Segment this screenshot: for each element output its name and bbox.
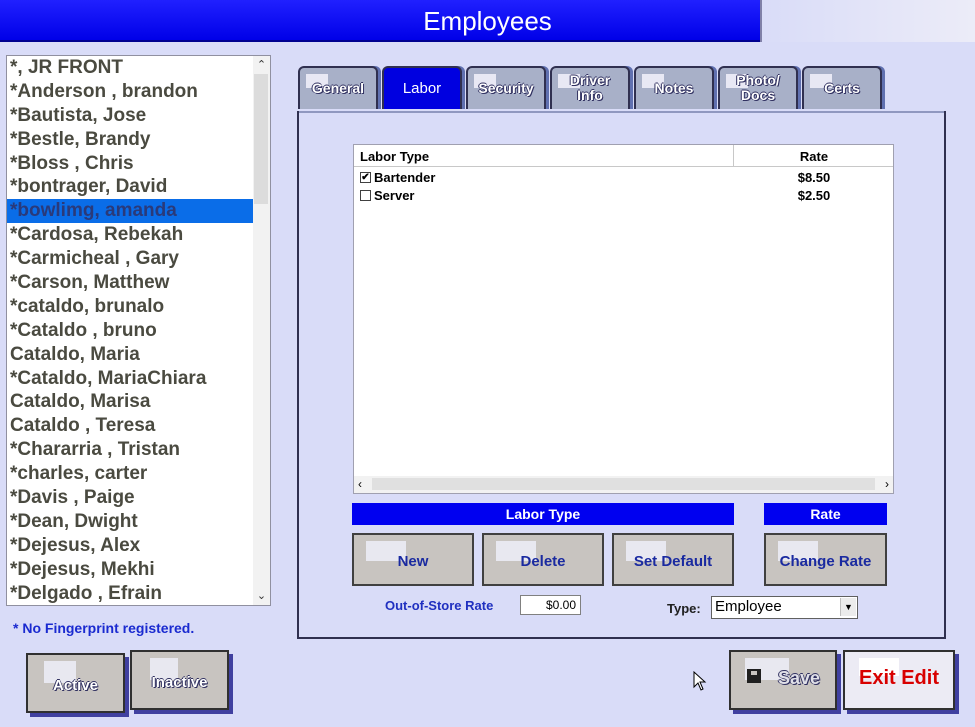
- employee-list-item[interactable]: *Bloss , Chris: [7, 152, 253, 176]
- set-default-button[interactable]: Set Default: [612, 533, 734, 586]
- labor-type-cell: Server: [374, 188, 415, 203]
- tab-label: Notes: [654, 80, 694, 96]
- tab-label: Security: [478, 80, 534, 96]
- employee-list-item[interactable]: *Dejesus, Mekhi: [7, 558, 253, 582]
- save-button[interactable]: Save: [729, 650, 837, 710]
- rate-cell: $8.50: [797, 170, 831, 185]
- tab-label: Labor: [402, 80, 442, 97]
- employee-list-scrollbar[interactable]: ⌃ ⌄: [253, 56, 270, 605]
- employee-list-item[interactable]: *Dejesus, Alex: [7, 534, 253, 558]
- chevron-down-icon[interactable]: ▼: [840, 598, 856, 616]
- employee-list-item[interactable]: *cataldo, brunalo: [7, 295, 253, 319]
- scroll-thumb[interactable]: [254, 74, 268, 204]
- type-select-value: Employee: [715, 598, 782, 615]
- inactive-filter-label: Inactive: [151, 674, 208, 691]
- save-label: Save: [777, 668, 821, 688]
- employee-list[interactable]: *, JR FRONT *Anderson , brandon *Bautista,…: [6, 55, 271, 606]
- column-header-rate[interactable]: Rate: [734, 149, 894, 164]
- checkbox-checked-icon[interactable]: ✔: [360, 172, 371, 183]
- table-row[interactable]: Server $2.50: [354, 187, 893, 205]
- table-horizontal-scrollbar[interactable]: ‹ ›: [354, 476, 893, 493]
- checkbox-icon[interactable]: [360, 190, 371, 201]
- labor-type-table[interactable]: Labor Type Rate ✔ Bartender $8.50 Server $2.…: [353, 144, 894, 494]
- column-header-labor-type[interactable]: Labor Type: [360, 149, 429, 164]
- employee-list-item[interactable]: *Bautista, Jose: [7, 104, 253, 128]
- title-bar: Employees: [0, 0, 975, 42]
- change-rate-button[interactable]: Change Rate: [764, 533, 887, 586]
- employee-list-item[interactable]: *Cardosa, Rebekah: [7, 223, 253, 247]
- tab-label: General: [311, 80, 365, 96]
- labor-type-cell: Bartender: [374, 170, 436, 185]
- employee-list-item[interactable]: *Carmicheal , Gary: [7, 247, 253, 271]
- type-select[interactable]: Employee ▼: [711, 596, 858, 619]
- type-label: Type:: [667, 601, 701, 616]
- employee-list-item[interactable]: *Dean, Dwight: [7, 510, 253, 534]
- tab-security[interactable]: Security: [466, 66, 546, 109]
- title-corner-panel: [760, 0, 975, 42]
- exit-edit-label: Exit Edit: [858, 667, 939, 689]
- employee-list-item[interactable]: *Chararria , Tristan: [7, 438, 253, 462]
- scroll-left-icon[interactable]: ‹: [358, 477, 362, 491]
- tab-label: Driver Info: [569, 72, 611, 103]
- floppy-disk-icon: [747, 669, 761, 683]
- delete-labor-button[interactable]: Delete: [482, 533, 604, 586]
- table-header: Labor Type Rate: [354, 145, 893, 167]
- employee-list-item[interactable]: *bontrager, David: [7, 175, 253, 199]
- tab-photo-docs[interactable]: Photo/ Docs: [718, 66, 798, 109]
- labor-type-section-header: Labor Type: [352, 503, 734, 525]
- employee-list-item[interactable]: *Bestle, Brandy: [7, 128, 253, 152]
- change-rate-label: Change Rate: [779, 553, 872, 570]
- employee-list-item[interactable]: Cataldo, Maria: [7, 343, 253, 367]
- new-button-label: New: [397, 553, 429, 570]
- tab-label: Certs: [824, 80, 860, 96]
- employee-list-item[interactable]: *charles, carter: [7, 462, 253, 486]
- employee-list-item[interactable]: *Cataldo, MariaChiara: [7, 367, 253, 391]
- scroll-up-icon[interactable]: ⌃: [253, 56, 270, 74]
- rate-cell: $2.50: [797, 188, 831, 203]
- delete-button-label: Delete: [520, 553, 566, 570]
- employee-list-item[interactable]: Cataldo, Marisa: [7, 390, 253, 414]
- active-filter-label: Active: [52, 677, 99, 694]
- scroll-down-icon[interactable]: ⌄: [253, 587, 270, 605]
- mouse-cursor-icon: [693, 671, 707, 691]
- scroll-right-icon[interactable]: ›: [885, 477, 889, 491]
- employee-list-item[interactable]: *Carson, Matthew: [7, 271, 253, 295]
- tab-notes[interactable]: Notes: [634, 66, 714, 109]
- employee-list-item[interactable]: *Delgado , Efrain: [7, 582, 253, 605]
- tab-label: Photo/ Docs: [736, 72, 780, 103]
- employee-list-item[interactable]: *Davis , Paige: [7, 486, 253, 510]
- employee-list-item[interactable]: *Cataldo , bruno: [7, 319, 253, 343]
- tab-certs[interactable]: Certs: [802, 66, 882, 109]
- set-default-label: Set Default: [633, 553, 713, 570]
- tab-general[interactable]: General: [298, 66, 378, 109]
- employee-list-item[interactable]: Cataldo , Teresa: [7, 414, 253, 438]
- fingerprint-footnote: * No Fingerprint registered.: [13, 620, 195, 636]
- exit-edit-button[interactable]: Exit Edit: [843, 650, 955, 710]
- table-row[interactable]: ✔ Bartender $8.50: [354, 169, 893, 187]
- inactive-filter-button[interactable]: Inactive: [130, 650, 229, 710]
- employee-list-item[interactable]: *bowlimg, amanda: [7, 199, 253, 224]
- out-of-store-rate-input[interactable]: $0.00: [520, 595, 581, 615]
- rate-section-header: Rate: [764, 503, 887, 525]
- employee-list-item[interactable]: *, JR FRONT: [7, 56, 253, 80]
- tab-driver-info[interactable]: Driver Info: [550, 66, 630, 109]
- out-of-store-rate-label: Out-of-Store Rate: [385, 598, 494, 613]
- new-labor-button[interactable]: New: [352, 533, 474, 586]
- active-filter-button[interactable]: Active: [26, 653, 125, 713]
- employee-list-item[interactable]: *Anderson , brandon: [7, 80, 253, 104]
- tab-labor[interactable]: Labor: [382, 66, 462, 109]
